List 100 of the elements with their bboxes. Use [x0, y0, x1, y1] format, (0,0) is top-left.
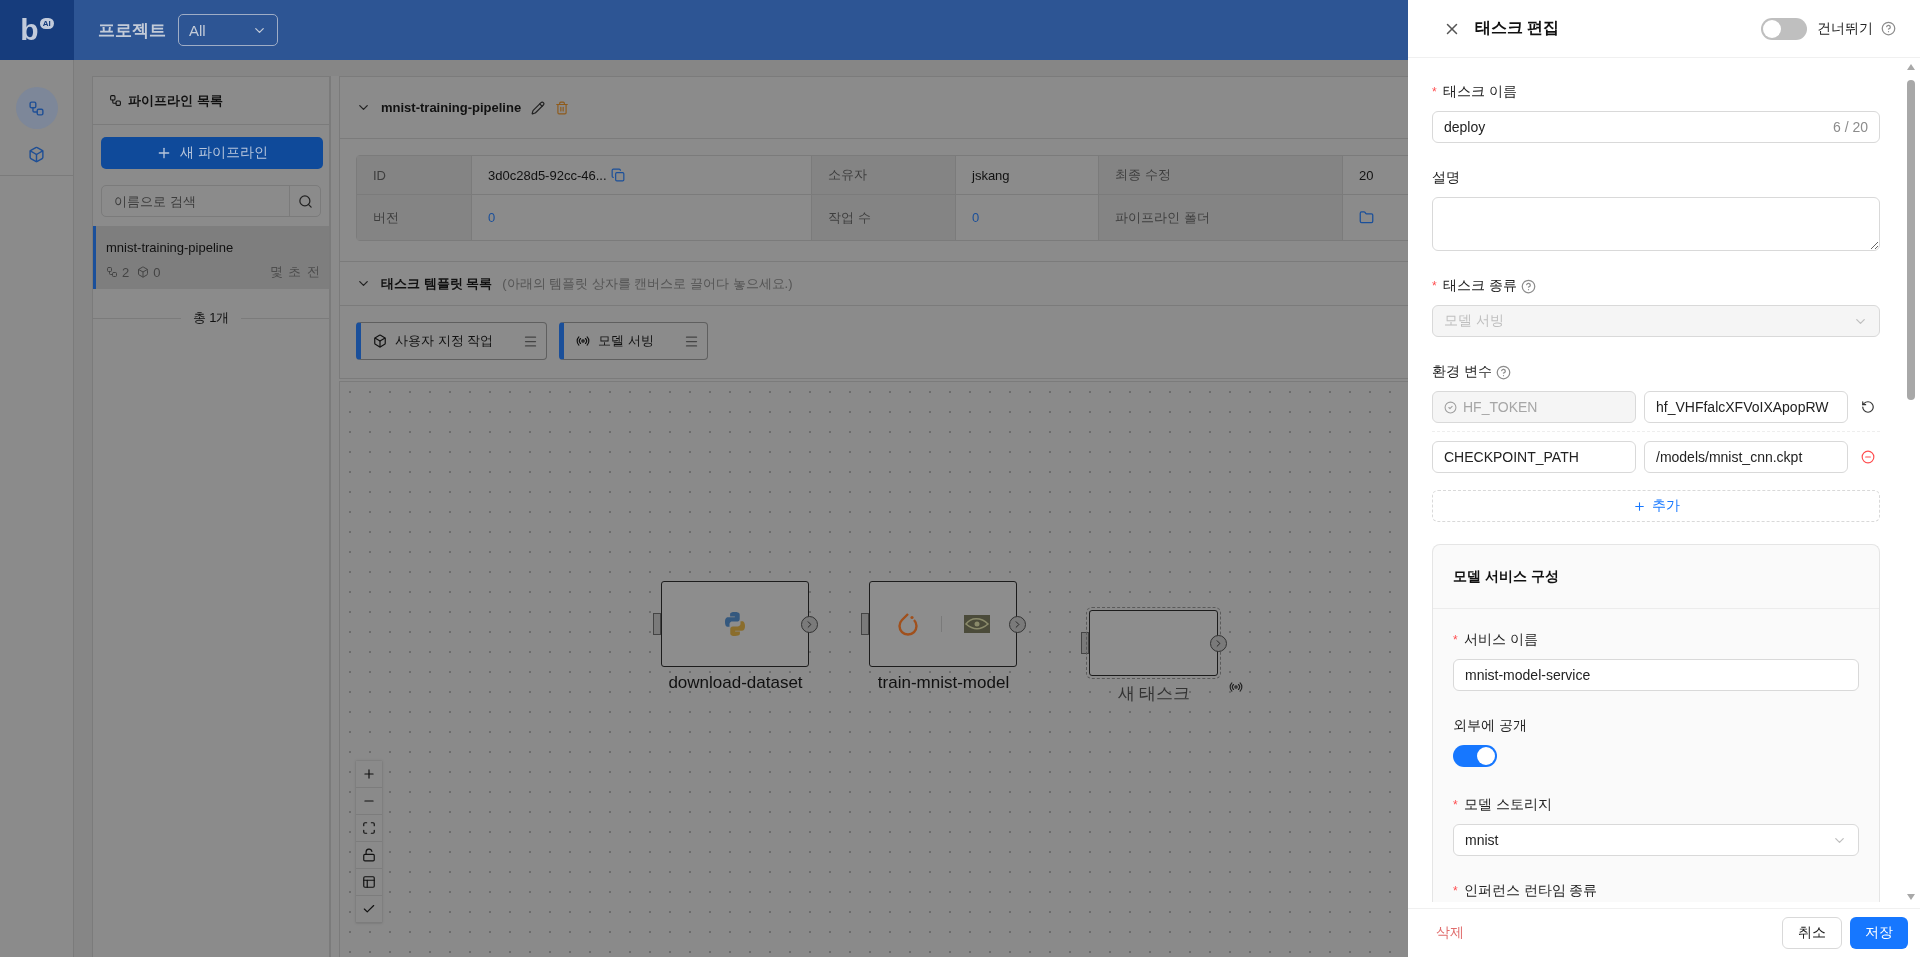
search-field[interactable]: 이름으로 검색 — [102, 186, 289, 216]
skip-label: 건너뛰기 — [1817, 19, 1873, 38]
delete-button[interactable]: 삭제 — [1436, 924, 1464, 942]
template-item[interactable]: 사용자 지정 작업 — [356, 322, 548, 360]
skip-switch[interactable] — [1761, 17, 1807, 40]
field-label: 모델 스토리지 — [1463, 796, 1552, 814]
reset-icon — [1861, 400, 1875, 414]
node-label: train-mnist-model — [877, 673, 1010, 693]
field-label: 태스크 종류 — [1442, 277, 1517, 295]
field-label: 인퍼런스 런타임 종류 — [1463, 882, 1598, 900]
broadcast-icon — [1229, 680, 1243, 694]
zoom-in-button[interactable] — [356, 761, 382, 788]
fit-view-icon — [362, 821, 376, 835]
scroll-up-arrow-icon[interactable] — [1907, 64, 1915, 70]
rail-item[interactable] — [15, 87, 58, 129]
scrollbar-thumb[interactable] — [1907, 80, 1915, 400]
plus-icon — [1632, 499, 1646, 513]
workflow-icon — [109, 94, 122, 107]
task-node[interactable] — [661, 581, 809, 667]
field-label: 설명 — [1432, 169, 1460, 187]
section-title: 모델 서비스 구성 — [1433, 545, 1879, 609]
text-input[interactable]: deploy — [1444, 119, 1827, 135]
pipeline-canvas[interactable]: download-dataset train-mnist-model 새 태스크 — [339, 381, 1408, 957]
required-mark: * — [1453, 798, 1458, 812]
text-field[interactable]: deploy 6 / 20 — [1432, 111, 1880, 143]
info-value: 3d0c28d5-92cc-46... — [488, 167, 607, 183]
project-select[interactable]: All — [178, 14, 278, 46]
plus-icon — [362, 767, 376, 781]
select-field[interactable]: mnist — [1453, 824, 1859, 856]
folder-icon[interactable] — [1359, 210, 1374, 225]
toggle-switch[interactable] — [1453, 745, 1497, 767]
info-label: 소유자 — [811, 156, 955, 194]
logo-text: b — [20, 15, 39, 45]
cube-icon — [28, 145, 45, 163]
edit-button[interactable] — [531, 100, 546, 115]
delete-button[interactable] — [555, 100, 570, 115]
template-label: 사용자 지정 작업 — [395, 332, 494, 350]
input-port[interactable] — [861, 613, 869, 635]
node-label: download-dataset — [668, 673, 803, 693]
cancel-button[interactable]: 취소 — [1782, 917, 1842, 949]
python-logo-icon — [722, 611, 748, 637]
env-key-input[interactable]: CHECKPOINT_PATH — [1444, 449, 1624, 465]
drawer-title: 태스크 편집 — [1475, 18, 1560, 38]
required-mark: * — [1453, 884, 1458, 898]
task-node[interactable] — [869, 581, 1017, 667]
env-value-input[interactable]: /models/mnist_cnn.ckpt — [1656, 449, 1836, 465]
lock-button[interactable] — [356, 842, 382, 869]
trash-icon — [555, 100, 570, 115]
required-mark: * — [1432, 279, 1437, 293]
workflow-icon — [28, 99, 45, 117]
check-circle-icon — [1444, 400, 1457, 414]
info-label: 최종 수정 — [1098, 156, 1342, 194]
flame-logo-icon — [896, 611, 919, 637]
env-value-field[interactable]: /models/mnist_cnn.ckpt — [1644, 441, 1848, 473]
project-label: 프로젝트 — [98, 19, 166, 42]
field-label: 외부에 공개 — [1453, 717, 1527, 735]
check-icon — [362, 902, 376, 916]
search-icon — [297, 193, 313, 209]
required-mark: * — [1453, 633, 1458, 647]
save-button[interactable]: 저장 — [1850, 917, 1908, 949]
help-icon[interactable] — [1495, 364, 1511, 380]
env-key-field[interactable]: CHECKPOINT_PATH — [1432, 441, 1636, 473]
chevron-right-icon — [1012, 618, 1023, 630]
env-value-input[interactable]: hf_VHFfalcXFVoIXApopRW — [1656, 399, 1836, 415]
input-port[interactable] — [653, 613, 661, 635]
task-node[interactable] — [1089, 610, 1218, 676]
panel-title: 파이프라인 목록 — [128, 91, 223, 110]
drag-handle-icon[interactable] — [683, 333, 699, 349]
input-port[interactable] — [1081, 632, 1089, 654]
search-box[interactable]: 이름으로 검색 — [101, 185, 321, 217]
description-field[interactable] — [1432, 197, 1880, 251]
new-pipeline-button[interactable]: 새 파이프라인 — [101, 137, 323, 169]
fit-view-button[interactable] — [356, 815, 382, 842]
pipeline-name: mnist-training-pipeline — [106, 240, 235, 255]
text-input[interactable]: mnist-model-service — [1465, 667, 1847, 683]
env-value-field[interactable]: hf_VHFfalcXFVoIXApopRW — [1644, 391, 1848, 423]
template-item[interactable]: 모델 서빙 — [559, 322, 708, 360]
pipeline-title: mnist-training-pipeline — [381, 100, 522, 115]
add-button[interactable]: 추가 — [1432, 490, 1880, 522]
required-mark: * — [1432, 85, 1437, 99]
minimap-button[interactable] — [356, 869, 382, 896]
drag-handle-icon[interactable] — [523, 333, 539, 349]
section-title: 태스크 템플릿 목록 — [381, 274, 493, 293]
model-count: 0 — [153, 264, 161, 280]
info-label: ID — [357, 156, 471, 194]
char-counter: 6 / 20 — [1832, 119, 1868, 135]
help-icon[interactable] — [1881, 21, 1896, 36]
logo-badge: AI — [39, 18, 54, 29]
info-label: 버전 — [357, 194, 471, 240]
text-field[interactable]: mnist-model-service — [1453, 659, 1859, 691]
eye-logo-icon — [963, 615, 990, 633]
check-button[interactable] — [356, 896, 382, 923]
field-label: 환경 변수 — [1432, 363, 1492, 381]
copy-icon[interactable] — [610, 168, 625, 182]
zoom-out-button[interactable] — [356, 788, 382, 815]
cube-icon — [373, 334, 387, 348]
info-label: 작업 수 — [811, 194, 955, 240]
unlock-icon — [362, 848, 376, 862]
scroll-down-arrow-icon[interactable] — [1907, 894, 1915, 900]
minus-circle-icon — [1861, 450, 1875, 464]
